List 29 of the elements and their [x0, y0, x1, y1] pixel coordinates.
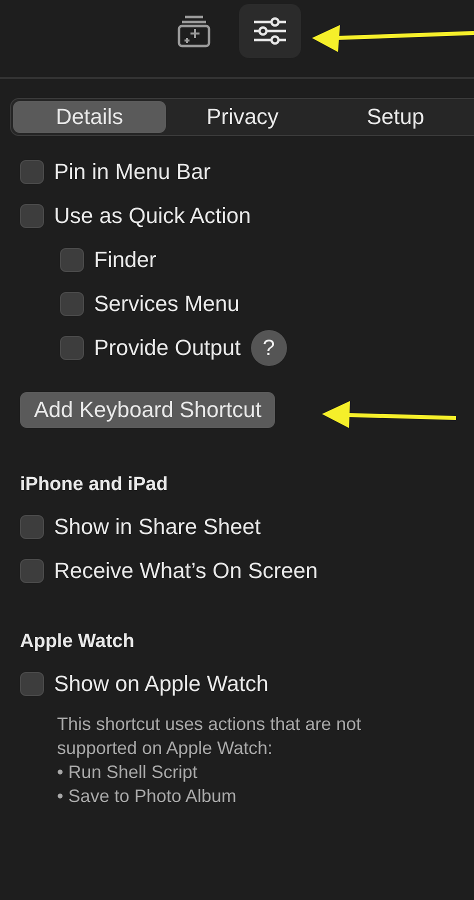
note-list-item: • Save to Photo Album	[57, 785, 236, 808]
section-heading: iPhone and iPad	[19, 474, 169, 496]
checkbox-label: Show in Share Sheet	[54, 514, 261, 540]
checkbox[interactable]	[20, 204, 44, 228]
checkbox[interactable]	[60, 248, 84, 272]
checkbox-label: Show on Apple Watch	[54, 671, 268, 697]
sliders-icon	[253, 17, 287, 45]
checkbox[interactable]	[20, 559, 44, 583]
checkbox-label: Use as Quick Action	[54, 203, 251, 229]
tab[interactable]: Privacy	[166, 101, 319, 133]
toolbar-button[interactable]	[239, 4, 301, 58]
checkbox[interactable]	[60, 336, 84, 360]
checkbox-label: Pin in Menu Bar	[54, 159, 211, 185]
checkbox-label: Services Menu	[94, 291, 240, 317]
tab[interactable]: Setup	[319, 101, 472, 133]
help-button[interactable]: ?	[250, 330, 287, 366]
note-text: This shortcut uses actions that are not supported on Apple Watch:	[57, 713, 362, 760]
checkbox-label: Provide Output	[94, 335, 241, 361]
checkbox[interactable]	[20, 515, 44, 539]
checkbox[interactable]	[60, 292, 84, 316]
checkbox[interactable]	[20, 672, 44, 696]
checkbox-label: Receive What’s On Screen	[54, 558, 318, 584]
note-list-item: • Run Shell Script	[57, 761, 198, 784]
add-shortcut-button[interactable]: Add Keyboard Shortcut	[20, 392, 276, 428]
section-heading: Apple Watch	[19, 631, 136, 653]
checkbox[interactable]	[20, 160, 44, 184]
library-icon	[177, 14, 211, 48]
checkbox-label: Finder	[94, 247, 156, 273]
tab[interactable]: Details	[13, 101, 166, 133]
